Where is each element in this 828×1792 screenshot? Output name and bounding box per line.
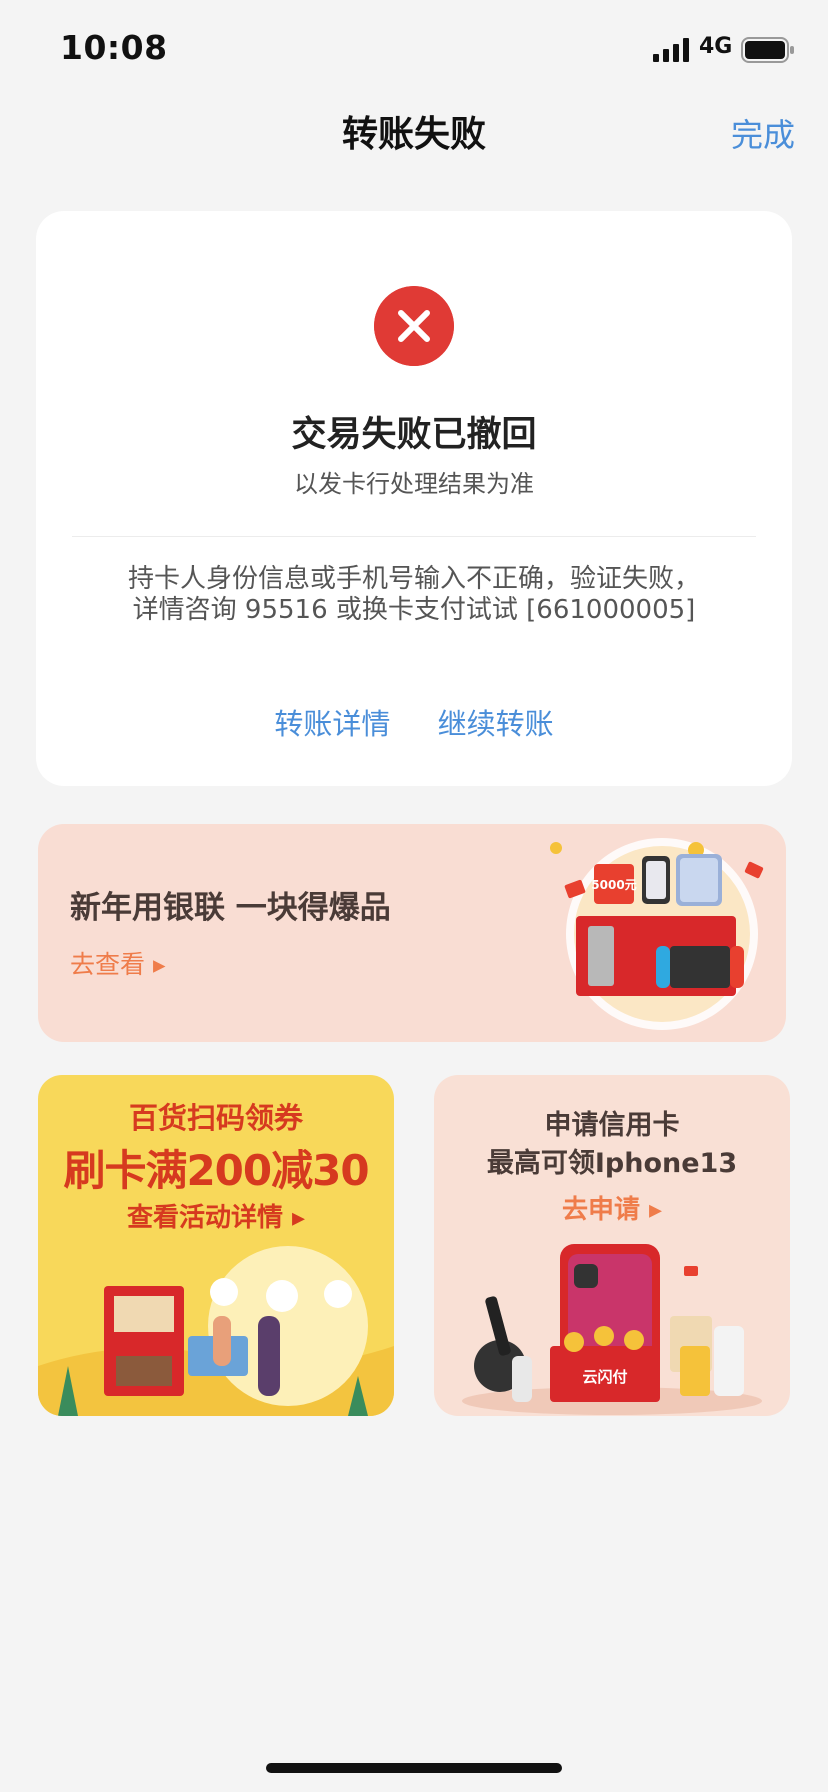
done-button[interactable]: 完成 — [731, 110, 795, 156]
promo-title: 新年用银联 一块得爆品 — [70, 890, 391, 926]
signal-icon — [653, 38, 689, 62]
prize-label: 5000元 — [591, 878, 636, 892]
coupon-tile-line2: 刷卡满200减30 — [63, 1146, 369, 1195]
gift-box-label: 云闪付 — [582, 1368, 627, 1386]
status-bar: 10:08 4G — [0, 0, 828, 100]
page-title: 转账失败 — [341, 114, 486, 155]
promo-banner[interactable]: 新年用银联 一块得爆品 去查看 ▸ 5000元 — [38, 824, 786, 1042]
battery-icon — [741, 37, 794, 63]
prize-illustration: 5000元 — [550, 838, 764, 1030]
phone-gift-illustration: 云闪付 — [462, 1244, 762, 1415]
credit-card-tile-link[interactable]: 去申请 ▸ — [434, 1189, 790, 1226]
continue-transfer-link[interactable]: 继续转账 — [438, 701, 554, 743]
error-message: 持卡人身份信息或手机号输入不正确，验证失败，详情咨询 95516 或换卡支付试试… — [127, 564, 700, 625]
home-indicator[interactable] — [266, 1763, 562, 1773]
shopping-illustration — [38, 1246, 394, 1416]
coupon-tile-line1: 百货扫码领券 — [128, 1101, 303, 1135]
result-title: 交易失败已撤回 — [291, 415, 537, 455]
credit-card-tile-line1: 申请信用卡 — [544, 1110, 680, 1141]
card-actions: 转账详情 继续转账 — [36, 701, 792, 743]
credit-card-tile-line2: 最高可领Iphone13 — [486, 1148, 738, 1179]
divider — [72, 536, 756, 537]
close-icon — [374, 286, 454, 366]
coupon-tile-link[interactable]: 查看活动详情 ▸ — [38, 1197, 394, 1234]
credit-card-tile[interactable]: 申请信用卡 最高可领Iphone13 去申请 ▸ 云闪付 — [434, 1075, 790, 1416]
result-subtitle: 以发卡行处理结果为准 — [294, 470, 534, 498]
promo-link[interactable]: 去查看 ▸ — [70, 945, 166, 981]
network-type: 4G — [699, 34, 733, 59]
status-time: 10:08 — [60, 28, 168, 67]
coupon-tile[interactable]: 百货扫码领券 刷卡满200减30 查看活动详情 ▸ — [38, 1075, 394, 1416]
result-card: 交易失败已撤回 以发卡行处理结果为准 持卡人身份信息或手机号输入不正确，验证失败… — [36, 211, 792, 786]
transfer-details-link[interactable]: 转账详情 — [274, 701, 390, 743]
